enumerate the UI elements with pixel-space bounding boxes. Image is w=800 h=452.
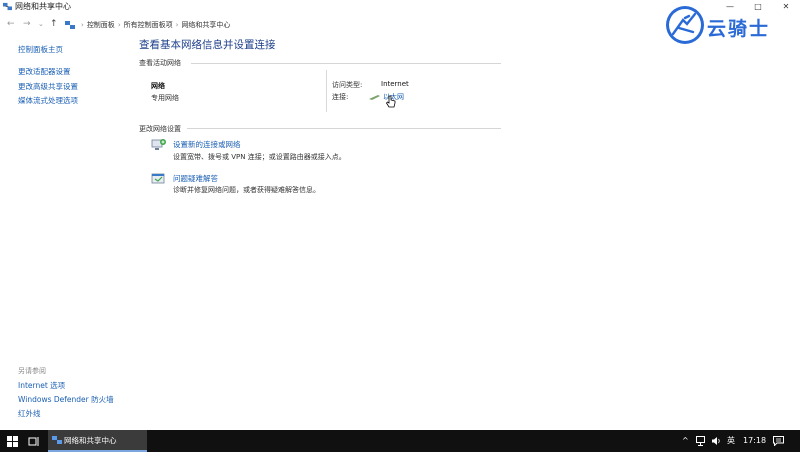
vertical-divider (326, 70, 327, 112)
network-tray-icon[interactable] (696, 436, 707, 446)
windows-start-icon[interactable] (7, 436, 18, 447)
section-divider (187, 128, 501, 129)
access-type-label: 访问类型: (332, 81, 363, 89)
setup-connection-description: 设置宽带、拨号或 VPN 连接；或设置路由器或接入点。 (173, 153, 346, 161)
change-settings-heading: 更改网络设置 (139, 125, 181, 133)
active-networks-heading: 查看活动网络 (139, 59, 181, 67)
hand-cursor-icon (385, 95, 396, 108)
taskbar: 网络和共享中心 ^ 英 17:18 (0, 430, 800, 452)
nav-internet-options[interactable]: Internet 选项 (18, 380, 65, 391)
notification-icon[interactable] (773, 436, 784, 446)
troubleshoot-link[interactable]: 问题疑难解答 (173, 173, 218, 184)
nav-control-panel-home[interactable]: 控制面板主页 (18, 44, 63, 55)
breadcrumb-separator: › (175, 21, 179, 29)
task-view-icon[interactable] (28, 436, 40, 447)
breadcrumb-separator: › (117, 21, 121, 29)
volume-icon[interactable] (711, 436, 722, 446)
network-center-icon (3, 2, 12, 11)
page-title: 查看基本网络信息并设置连接 (139, 39, 276, 51)
breadcrumb-control-panel[interactable]: 控制面板 (87, 20, 115, 30)
taskbar-app-label: 网络和共享中心 (64, 436, 117, 445)
nav-windows-firewall[interactable]: Windows Defender 防火墙 (18, 394, 114, 405)
back-button[interactable]: ← (7, 17, 15, 31)
connection-label: 连接: (332, 93, 349, 101)
tray-overflow-button[interactable]: ^ (682, 430, 689, 452)
watermark-text: 云骑士 (707, 18, 771, 40)
network-type: 专用网络 (151, 94, 179, 102)
breadcrumb-all-items[interactable]: 所有控制面板项 (124, 20, 173, 30)
troubleshoot-icon (151, 173, 165, 184)
forward-button[interactable]: → (23, 17, 31, 31)
clock[interactable]: 17:18 (743, 430, 766, 452)
recent-locations-button[interactable]: ⌄ (38, 17, 44, 31)
breadcrumb-network-center[interactable]: 网络和共享中心 (181, 20, 230, 30)
breadcrumb-separator: › (81, 21, 84, 29)
control-panel-icon (65, 21, 75, 29)
taskbar-app-network-center[interactable]: 网络和共享中心 (48, 430, 147, 452)
ethernet-icon (369, 95, 380, 100)
section-divider (191, 63, 501, 64)
input-method-indicator[interactable]: 英 (727, 430, 735, 452)
window-title: 网络和共享中心 (15, 2, 71, 11)
see-also-heading: 另请参阅 (18, 367, 46, 375)
troubleshoot-description: 诊断并修复网络问题，或者获得疑难解答信息。 (173, 186, 320, 194)
nav-media-streaming-options[interactable]: 媒体流式处理选项 (18, 95, 78, 106)
nav-advanced-sharing-settings[interactable]: 更改高级共享设置 (18, 81, 78, 92)
nav-infrared[interactable]: 红外线 (18, 408, 41, 419)
network-center-icon (52, 436, 62, 444)
new-connection-icon (151, 139, 166, 150)
breadcrumb: › 控制面板 › 所有控制面板项 › 网络和共享中心 (65, 18, 230, 32)
nav-change-adapter-settings[interactable]: 更改适配器设置 (18, 66, 71, 77)
up-button[interactable]: ↑ (50, 17, 58, 31)
setup-connection-link[interactable]: 设置新的连接或网络 (173, 139, 241, 150)
access-type-value: Internet (381, 80, 409, 88)
network-name: 网络 (151, 82, 165, 90)
